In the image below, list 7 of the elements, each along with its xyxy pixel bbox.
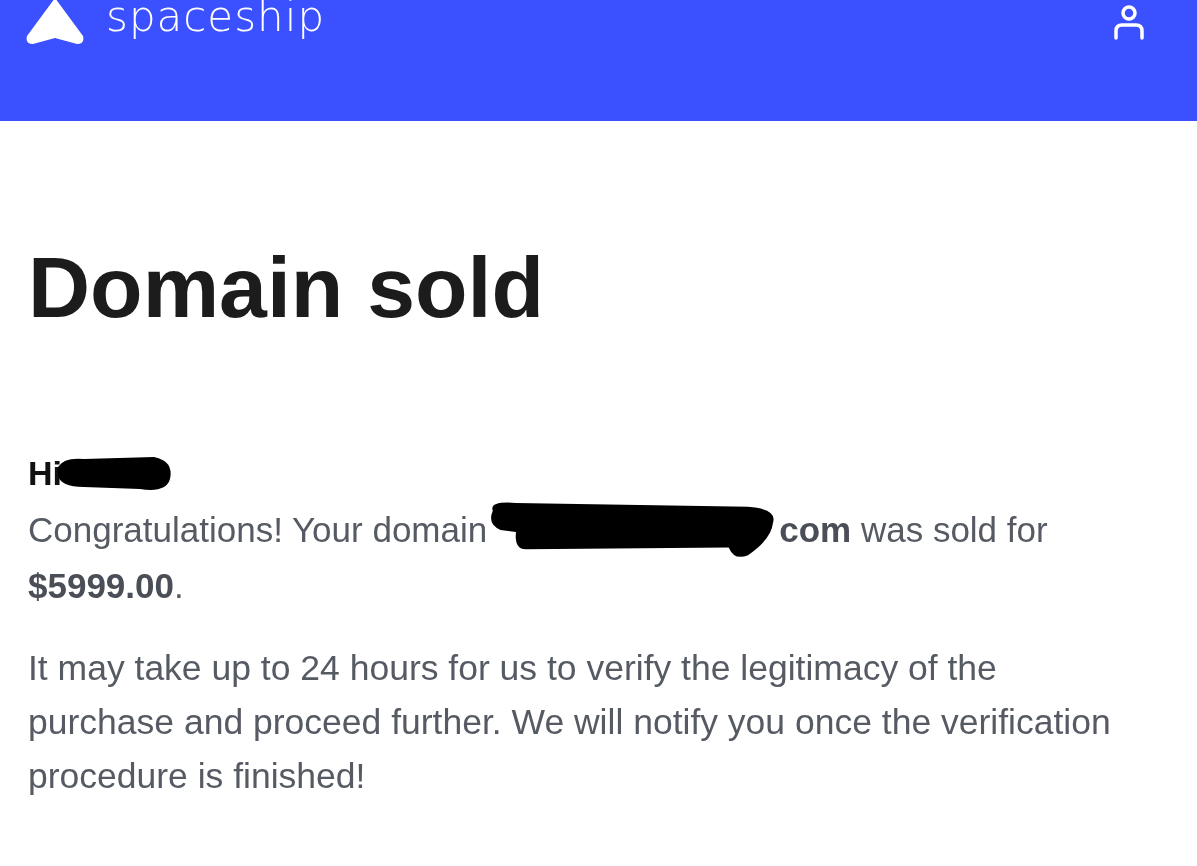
email-title: Domain sold bbox=[28, 239, 546, 335]
message-text: com was sold for bbox=[779, 509, 1048, 551]
note-paragraph: It may take up to 24 hours for us to verify the legitimacy of the purchase and proceed further. We will notify you once the verification procedure is finished! bbox=[28, 647, 1112, 798]
logo-icon bbox=[24, 0, 86, 46]
message-text: Congratulations! Your domain bbox=[28, 509, 488, 551]
user-icon[interactable] bbox=[1113, 4, 1145, 40]
message-text: $5999.00. bbox=[28, 566, 184, 605]
